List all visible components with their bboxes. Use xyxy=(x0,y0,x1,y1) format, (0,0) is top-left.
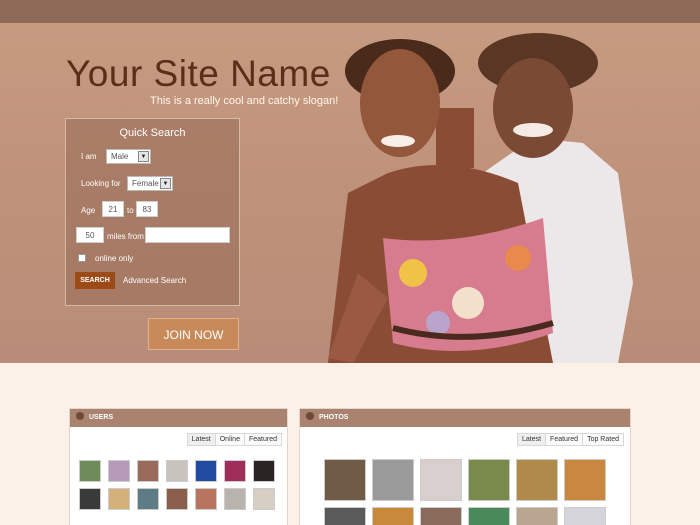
user-avatar[interactable] xyxy=(166,460,188,482)
photo-thumbnail[interactable] xyxy=(516,459,558,501)
online-only-checkbox[interactable] xyxy=(78,254,86,262)
photo-thumbnail[interactable] xyxy=(420,459,462,501)
users-panel-header: USERS xyxy=(70,409,287,427)
looking-for-select[interactable]: Female ▼ xyxy=(127,176,173,191)
age-to-label: to xyxy=(127,206,134,215)
users-tab-featured[interactable]: Featured xyxy=(243,433,282,446)
hero-banner: Your Site Name This is a really cool and… xyxy=(0,23,700,363)
photos-panel-title: PHOTOS xyxy=(319,414,349,421)
photo-thumbnail[interactable] xyxy=(420,507,462,525)
photo-thumbnail[interactable] xyxy=(324,507,366,525)
photo-thumbnail[interactable] xyxy=(468,459,510,501)
photo-thumbnail[interactable] xyxy=(468,507,510,525)
advanced-search-link[interactable]: Advanced Search xyxy=(123,276,186,285)
i-am-value: Male xyxy=(111,152,129,161)
user-avatar[interactable] xyxy=(224,460,246,482)
online-only-label: online only xyxy=(95,254,134,263)
miles-input[interactable]: 50 xyxy=(76,227,104,243)
users-grid xyxy=(79,460,275,510)
photos-tabs: Latest Featured Top Rated xyxy=(516,433,624,446)
user-avatar[interactable] xyxy=(253,460,275,482)
photo-thumbnail[interactable] xyxy=(372,507,414,525)
chevron-down-icon: ▼ xyxy=(160,178,171,189)
age-label: Age xyxy=(81,206,96,215)
site-name[interactable]: Your Site Name xyxy=(66,53,331,95)
photos-tab-featured[interactable]: Featured xyxy=(545,433,584,446)
quick-search-panel: Quick Search I am Male ▼ Looking for Fem… xyxy=(65,118,240,306)
users-tab-online[interactable]: Online xyxy=(214,433,245,446)
user-avatar[interactable] xyxy=(195,488,217,510)
photo-thumbnail[interactable] xyxy=(516,507,558,525)
photo-thumbnail[interactable] xyxy=(372,459,414,501)
users-panel: USERS Latest Online Featured xyxy=(69,408,288,525)
photos-tab-top-rated[interactable]: Top Rated xyxy=(582,433,624,446)
quick-search-title: Quick Search xyxy=(119,127,186,139)
user-avatar[interactable] xyxy=(137,460,159,482)
users-tab-latest[interactable]: Latest xyxy=(186,433,216,446)
user-avatar[interactable] xyxy=(195,460,217,482)
users-panel-title: USERS xyxy=(89,414,114,421)
user-avatar[interactable] xyxy=(108,460,130,482)
photo-thumbnail[interactable] xyxy=(324,459,366,501)
chevron-down-icon: ▼ xyxy=(138,151,149,162)
user-avatar[interactable] xyxy=(253,488,275,510)
user-avatar[interactable] xyxy=(108,488,130,510)
user-avatar[interactable] xyxy=(166,488,188,510)
photos-tab-latest[interactable]: Latest xyxy=(516,433,547,446)
search-button[interactable]: SEARCH xyxy=(75,272,115,289)
user-avatar[interactable] xyxy=(137,488,159,510)
slogan: This is a really cool and catchy slogan! xyxy=(150,95,339,107)
photos-panel: PHOTOS Latest Featured Top Rated xyxy=(299,408,631,525)
top-bar xyxy=(0,0,700,23)
users-tabs: Latest Online Featured xyxy=(186,433,282,446)
user-avatar[interactable] xyxy=(79,460,101,482)
user-icon xyxy=(76,412,84,420)
age-from-input[interactable]: 21 xyxy=(102,201,124,217)
user-avatar[interactable] xyxy=(224,488,246,510)
photos-grid xyxy=(324,459,606,525)
i-am-label: I am xyxy=(81,152,97,161)
photo-thumbnail[interactable] xyxy=(564,507,606,525)
looking-for-label: Looking for xyxy=(81,179,121,188)
camera-icon xyxy=(306,412,314,420)
couple-photo xyxy=(328,33,633,363)
location-input[interactable] xyxy=(145,227,230,243)
user-avatar[interactable] xyxy=(79,488,101,510)
looking-for-value: Female xyxy=(132,179,159,188)
age-to-input[interactable]: 83 xyxy=(136,201,158,217)
photo-thumbnail[interactable] xyxy=(564,459,606,501)
miles-from-label: miles from xyxy=(107,232,144,241)
join-now-button[interactable]: JOIN NOW xyxy=(148,318,239,350)
photos-panel-header: PHOTOS xyxy=(300,409,630,427)
i-am-select[interactable]: Male ▼ xyxy=(106,149,151,164)
